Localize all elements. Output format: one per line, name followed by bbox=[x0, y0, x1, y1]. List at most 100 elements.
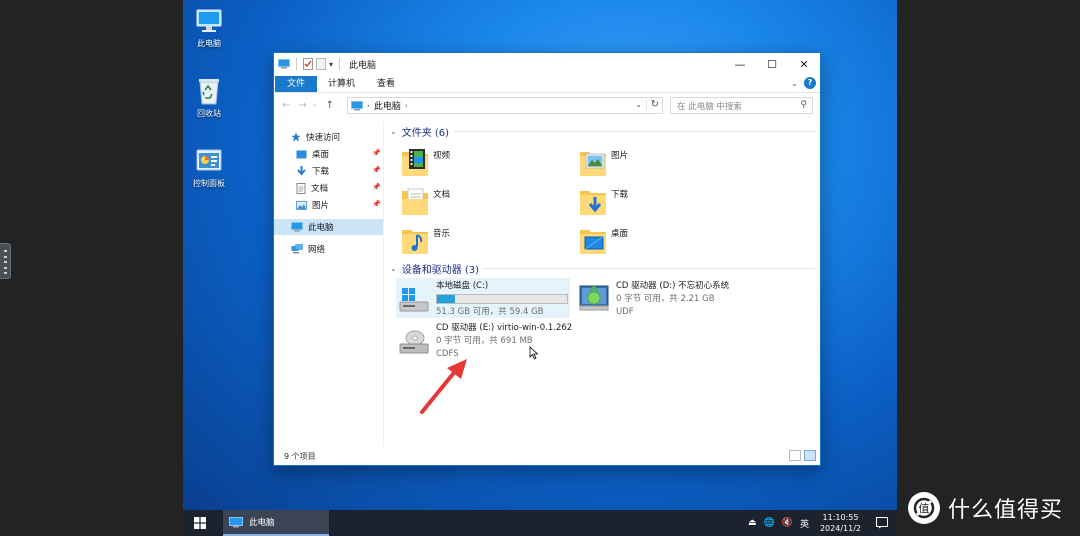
pin-icon[interactable]: 📌 bbox=[372, 183, 381, 191]
window-title: 此电脑 bbox=[349, 60, 377, 71]
breadcrumb-chevron-icon[interactable]: › bbox=[405, 102, 408, 110]
tab-view[interactable]: 查看 bbox=[366, 76, 406, 92]
collapse-chevron-icon[interactable]: ⌄ bbox=[390, 127, 397, 136]
minimize-button[interactable]: — bbox=[724, 53, 756, 75]
drive-item-e[interactable]: CD 驱动器 (E:) virtio-win-0.1.262 0 字节 可用，共… bbox=[398, 322, 628, 362]
nav-quick-access[interactable]: 快速访问 bbox=[274, 129, 383, 145]
nav-item-desktop[interactable]: 桌面 📌 bbox=[274, 146, 383, 162]
taskbar-app-label: 此电脑 bbox=[249, 518, 275, 528]
nav-item-downloads[interactable]: 下载 📌 bbox=[274, 163, 383, 179]
address-row: ← → ⌄ ↑ › 此电脑 › ⌄ ↻ 在 此电脑 中搜索 ⚲ bbox=[274, 94, 820, 116]
folder-item-music[interactable]: 音乐 bbox=[400, 222, 560, 258]
drive-item-c[interactable]: 本地磁盘 (C:) 51.3 GB 可用，共 59.4 GB bbox=[396, 278, 570, 318]
recent-locations-button[interactable]: ⌄ bbox=[312, 100, 318, 111]
computer-icon bbox=[229, 516, 243, 527]
folder-item-pictures[interactable]: 图片 bbox=[578, 144, 738, 180]
notification-center-icon[interactable] bbox=[873, 517, 891, 529]
system-tray: ⏏ 🌐 🔇 英 11:10:55 2024/11/2 bbox=[748, 510, 897, 536]
taskbar: 此电脑 ⏏ 🌐 🔇 英 11:10:55 2024/11/2 bbox=[183, 510, 897, 536]
input-method-indicator[interactable]: 英 bbox=[800, 517, 809, 530]
desktop-icon-this-pc[interactable]: 此电脑 bbox=[183, 6, 237, 49]
search-box[interactable]: 在 此电脑 中搜索 ⚲ bbox=[670, 97, 813, 114]
address-dropdown-icon[interactable]: ⌄ bbox=[635, 100, 642, 109]
nav-label: 文档 bbox=[311, 184, 329, 194]
network-globe-icon[interactable]: 🌐 bbox=[764, 518, 775, 528]
group-title: 设备和驱动器 (3) bbox=[401, 265, 480, 276]
explorer-window: ▾ 此电脑 — ☐ ✕ 文件 计算机 查看 ⌄ ? ← → ⌄ ↑ › 此电脑 … bbox=[273, 52, 821, 466]
drive-detail: 0 字节 可用，共 2.21 GB bbox=[616, 294, 715, 304]
nav-this-pc[interactable]: 此电脑 bbox=[274, 219, 383, 235]
nav-item-documents[interactable]: 文档 📌 bbox=[274, 180, 383, 196]
expand-ribbon-icon[interactable]: ⌄ bbox=[791, 79, 798, 88]
group-divider bbox=[484, 268, 815, 269]
control-panel-icon bbox=[196, 149, 222, 171]
picture-icon bbox=[296, 200, 307, 210]
nav-label: 快速访问 bbox=[306, 133, 341, 143]
back-button[interactable]: ← bbox=[282, 100, 290, 111]
watermark-text: 什么值得买 bbox=[948, 498, 1064, 523]
taskbar-app-this-pc[interactable]: 此电脑 bbox=[223, 510, 329, 536]
details-view-icon[interactable] bbox=[789, 450, 801, 461]
downloads-folder-icon bbox=[578, 183, 608, 219]
nav-item-pictures[interactable]: 图片 📌 bbox=[274, 197, 383, 213]
breadcrumb-chevron-icon[interactable]: › bbox=[367, 102, 370, 110]
pin-icon[interactable]: 📌 bbox=[372, 200, 381, 208]
svg-text:值: 值 bbox=[919, 502, 930, 515]
drive-meta: 本地磁盘 (C:) 51.3 GB 可用，共 59.4 GB bbox=[436, 280, 568, 318]
folder-item-desktop[interactable]: 桌面 bbox=[578, 222, 738, 258]
site-watermark: 值 什么值得买 bbox=[908, 492, 1063, 524]
clock-time: 11:10:55 bbox=[822, 513, 859, 522]
start-button[interactable] bbox=[183, 510, 217, 536]
maximize-button[interactable]: ☐ bbox=[756, 53, 788, 75]
title-bar[interactable]: ▾ 此电脑 — ☐ ✕ bbox=[274, 53, 820, 75]
nav-label: 图片 bbox=[312, 201, 330, 211]
nav-label: 桌面 bbox=[312, 150, 330, 160]
group-header-devices[interactable]: ⌄ 设备和驱动器 (3) bbox=[390, 261, 815, 276]
forward-button[interactable]: → bbox=[298, 100, 306, 111]
customize-qat-icon[interactable]: ▾ bbox=[329, 60, 333, 69]
usb-device-icon[interactable]: ⏏ bbox=[748, 518, 757, 528]
desktop-icon-label: 控制面板 bbox=[193, 179, 225, 188]
search-icon[interactable]: ⚲ bbox=[800, 100, 807, 110]
desktop-folder-icon bbox=[578, 222, 608, 258]
collapse-chevron-icon[interactable]: ⌄ bbox=[390, 264, 397, 273]
volume-mute-icon[interactable]: 🔇 bbox=[782, 518, 793, 528]
quick-access-toolbar: ▾ bbox=[274, 58, 343, 70]
breadcrumb-item[interactable]: 此电脑 bbox=[374, 99, 401, 112]
drive-item-d[interactable]: CD 驱动器 (D:) 不忘初心系统 0 字节 可用，共 2.21 GB UDF bbox=[578, 280, 808, 320]
address-bar[interactable]: › 此电脑 › ⌄ ↻ bbox=[347, 97, 663, 114]
music-folder-icon bbox=[400, 222, 430, 258]
clock-date: 2024/11/2 bbox=[819, 524, 861, 533]
folder-label: 视频 bbox=[433, 151, 451, 161]
folder-item-downloads[interactable]: 下载 bbox=[578, 183, 738, 219]
up-button[interactable]: ↑ bbox=[326, 100, 334, 111]
left-margin bbox=[0, 0, 183, 536]
folder-item-documents[interactable]: 文档 bbox=[400, 183, 560, 219]
folder-item-videos[interactable]: 视频 bbox=[400, 144, 560, 180]
group-title: 文件夹 (6) bbox=[401, 128, 450, 139]
group-header-folders[interactable]: ⌄ 文件夹 (6) bbox=[390, 124, 815, 139]
navigation-pane: 快速访问 桌面 📌 下载 📌 文档 📌 图片 📌 此电脑 网络 bbox=[274, 121, 384, 446]
refresh-icon[interactable]: ↻ bbox=[645, 99, 659, 110]
disk-usage-bar bbox=[436, 294, 568, 304]
tab-file[interactable]: 文件 bbox=[275, 75, 318, 92]
search-input[interactable]: 在 此电脑 中搜索 bbox=[677, 100, 742, 112]
tab-computer[interactable]: 计算机 bbox=[317, 76, 366, 92]
desktop-icon-recycle-bin[interactable]: 回收站 bbox=[183, 74, 237, 119]
nav-network[interactable]: 网络 bbox=[274, 241, 383, 257]
close-button[interactable]: ✕ bbox=[788, 53, 820, 75]
new-folder-icon[interactable] bbox=[316, 58, 326, 70]
clock[interactable]: 11:10:55 2024/11/2 bbox=[820, 512, 861, 534]
desktop-icon bbox=[296, 150, 307, 159]
cd-drive-icon bbox=[398, 322, 430, 358]
pin-icon[interactable]: 📌 bbox=[372, 149, 381, 157]
side-panel-handle[interactable] bbox=[0, 243, 11, 279]
properties-icon[interactable] bbox=[303, 58, 313, 70]
help-icon[interactable]: ? bbox=[804, 77, 816, 89]
drive-name: CD 驱动器 (D:) 不忘初心系统 bbox=[616, 281, 730, 291]
large-icons-view-icon[interactable] bbox=[804, 450, 816, 461]
annotation-arrow bbox=[420, 359, 467, 414]
desktop-icon-control-panel[interactable]: 控制面板 bbox=[183, 146, 237, 189]
pin-icon[interactable]: 📌 bbox=[372, 166, 381, 174]
pictures-folder-icon bbox=[578, 144, 608, 180]
